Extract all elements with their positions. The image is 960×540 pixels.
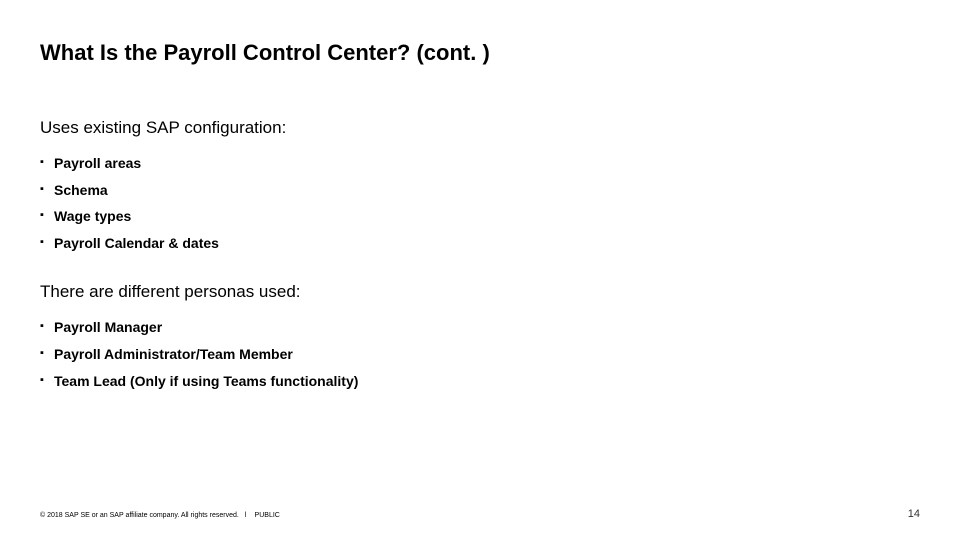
list-item: Team Lead (Only if using Teams functiona…	[40, 368, 920, 395]
section-heading-1: Uses existing SAP configuration:	[40, 118, 920, 138]
list-item: Payroll Calendar & dates	[40, 230, 920, 257]
bullet-list-2: Payroll Manager Payroll Administrator/Te…	[40, 314, 920, 394]
list-item: Payroll Manager	[40, 314, 920, 341]
list-item: Wage types	[40, 203, 920, 230]
section-heading-2: There are different personas used:	[40, 282, 920, 302]
list-item: Schema	[40, 177, 920, 204]
slide-footer: © 2018 SAP SE or an SAP affiliate compan…	[40, 508, 920, 520]
page-title: What Is the Payroll Control Center? (con…	[40, 40, 920, 66]
footer-left: © 2018 SAP SE or an SAP affiliate compan…	[40, 512, 280, 519]
footer-classification: PUBLIC	[255, 512, 280, 519]
footer-page-number: 14	[908, 508, 920, 520]
footer-copyright: © 2018 SAP SE or an SAP affiliate compan…	[40, 512, 239, 519]
bullet-list-1: Payroll areas Schema Wage types Payroll …	[40, 150, 920, 256]
list-item: Payroll areas	[40, 150, 920, 177]
slide: What Is the Payroll Control Center? (con…	[0, 0, 960, 540]
list-item: Payroll Administrator/Team Member	[40, 341, 920, 368]
footer-separator: ǀ	[245, 512, 249, 519]
